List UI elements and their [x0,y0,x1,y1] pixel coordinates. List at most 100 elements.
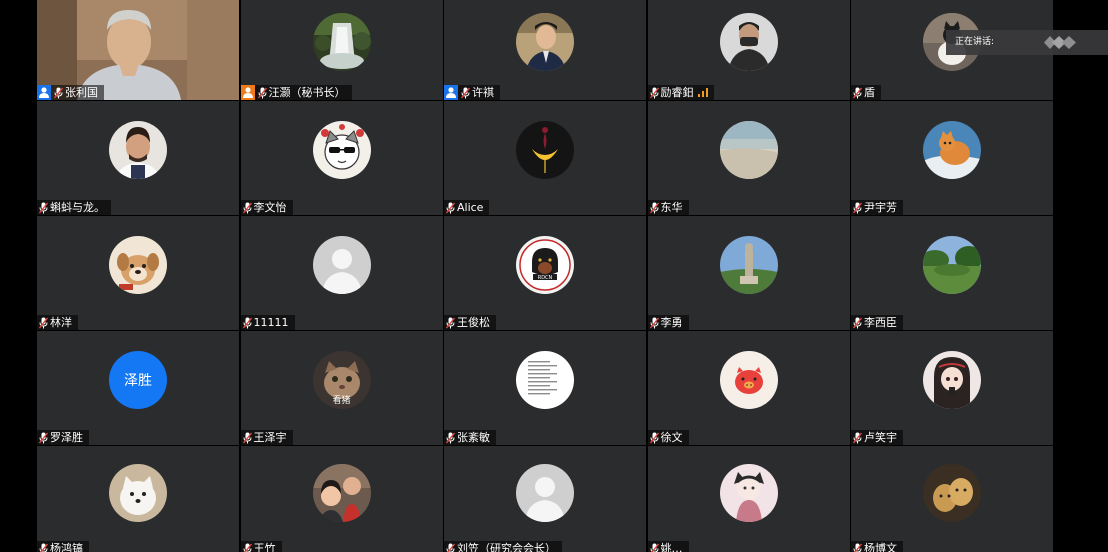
participant-avatar: RDCN [516,236,574,294]
participant-avatar [923,351,981,409]
participant-name-bar: 徐文 [647,430,689,445]
muted-mic-icon[interactable] [446,432,455,444]
participant-name: 尹宇芳 [864,201,897,214]
participant-avatar [923,236,981,294]
participant-name-bar: 王俊松 [444,315,496,330]
participant-name: 杨博文 [864,542,897,552]
muted-mic-icon[interactable] [853,202,862,214]
participant-tile[interactable]: 李勇 [647,216,850,330]
muted-mic-icon[interactable] [649,432,659,444]
participant-name: 王俊松 [457,316,490,329]
participant-tile[interactable]: 李西臣 [851,216,1053,330]
participant-tile[interactable]: 徐文 [647,331,850,445]
participant-tile[interactable]: 杨鸿镐 [37,446,239,552]
muted-mic-icon[interactable] [39,317,48,329]
participant-name-bar: 张紊敏 [444,430,496,445]
participant-name: 林洋 [50,316,72,329]
muted-mic-icon[interactable] [243,543,252,552]
muted-mic-icon[interactable] [853,432,862,444]
participant-tile[interactable]: RDCN 王俊松 [444,216,646,330]
participant-tile[interactable]: 汪灏（秘书长） [240,0,443,100]
participant-tile[interactable]: 卢笑宇 [851,331,1053,445]
participant-avatar [109,121,167,179]
muted-mic-icon[interactable] [446,543,455,552]
participant-tile[interactable]: 张利国 [37,0,239,100]
muted-mic-icon[interactable] [39,432,48,444]
participant-avatar [516,13,574,71]
participant-name: 李文怡 [253,201,287,214]
participant-tile[interactable]: 张紊敏 [444,331,646,445]
participant-name-bar: 励睿鈤 [647,85,714,100]
muted-mic-icon[interactable] [853,543,862,552]
participant-name: 王竹 [253,542,276,552]
muted-mic-icon[interactable] [242,432,252,444]
participant-tile[interactable]: 林洋 [37,216,239,330]
participant-name-bar: 蝌蚪与龙。 [37,200,111,215]
participant-tile[interactable]: 尹宇芳 [851,101,1053,215]
participant-avatar [516,121,574,179]
participant-tile[interactable]: 东华 [647,101,850,215]
participant-name-bar: 王竹 [240,541,282,552]
participant-name-bar: 杨博文 [851,541,903,552]
participant-name: 徐文 [660,431,683,444]
muted-mic-icon[interactable] [54,87,63,99]
participant-name: 卢笑宇 [864,431,897,444]
muted-mic-icon[interactable] [649,317,659,329]
participant-name-bar: 卢笑宇 [851,430,903,445]
participant-name: Alice [457,201,484,214]
svg-text:RDCN: RDCN [538,275,553,281]
participant-tile[interactable]: 王竹 [240,446,443,552]
participant-tile[interactable]: 许祺 [444,0,646,100]
participant-tile[interactable]: 11111 [240,216,443,330]
muted-mic-icon[interactable] [39,202,48,214]
participant-name: 王泽宇 [253,431,287,444]
participant-tile[interactable]: 泽胜罗泽胜 [37,331,239,445]
participant-avatar [719,351,778,409]
participant-avatar [719,236,778,294]
muted-mic-icon[interactable] [257,87,267,99]
participant-name-bar: 李勇 [647,315,689,330]
participant-name-bar: 尹宇芳 [851,200,903,215]
muted-mic-icon[interactable] [853,87,862,99]
participant-tile[interactable]: 蝌蚪与龙。 [37,101,239,215]
participant-tile[interactable]: 姚… [647,446,850,552]
muted-mic-icon[interactable] [446,317,455,329]
muted-mic-icon[interactable] [649,202,659,214]
participant-tile[interactable]: 励睿鈤 [647,0,850,100]
participant-avatar [516,464,574,522]
participant-name: 蝌蚪与龙。 [50,201,105,214]
muted-mic-icon[interactable] [39,543,48,552]
participant-avatar [923,464,981,522]
avatar-initials: 泽胜 [124,373,152,389]
participant-avatar [312,464,371,522]
participant-avatar: 看猪 [312,351,371,409]
participant-name-bar: 杨鸿镐 [37,541,89,552]
cohost-person-icon [37,85,51,100]
participant-avatar [312,13,371,71]
muted-mic-icon[interactable] [650,543,659,552]
participant-tile[interactable]: 刘笠（研究会会长） [444,446,646,552]
participant-name-bar: 东华 [647,200,689,215]
participant-name: 刘笠（研究会会长） [457,542,556,552]
participant-tile[interactable]: Alice [444,101,646,215]
participant-tile[interactable]: 李文怡 [240,101,443,215]
participant-name: 东华 [660,201,683,214]
participant-name-bar: 林洋 [37,315,78,330]
participant-avatar [719,464,778,522]
participant-name: 许祺 [472,86,494,99]
participant-name-bar: 罗泽胜 [37,430,89,445]
muted-mic-icon[interactable] [649,87,659,99]
participant-name: 杨鸿镐 [50,542,83,552]
muted-mic-icon[interactable] [242,202,252,214]
participant-tile[interactable]: 看猪王泽宇 [240,331,443,445]
participant-avatar [109,236,167,294]
muted-mic-icon[interactable] [242,317,252,329]
participant-name-bar: Alice [444,200,490,215]
participant-tile[interactable]: 杨博文 [851,446,1053,552]
participant-name: 张紊敏 [457,431,490,444]
muted-mic-icon[interactable] [461,87,470,99]
participant-avatar [923,121,981,179]
participant-name: 李西臣 [864,316,897,329]
muted-mic-icon[interactable] [446,202,455,214]
muted-mic-icon[interactable] [853,317,862,329]
